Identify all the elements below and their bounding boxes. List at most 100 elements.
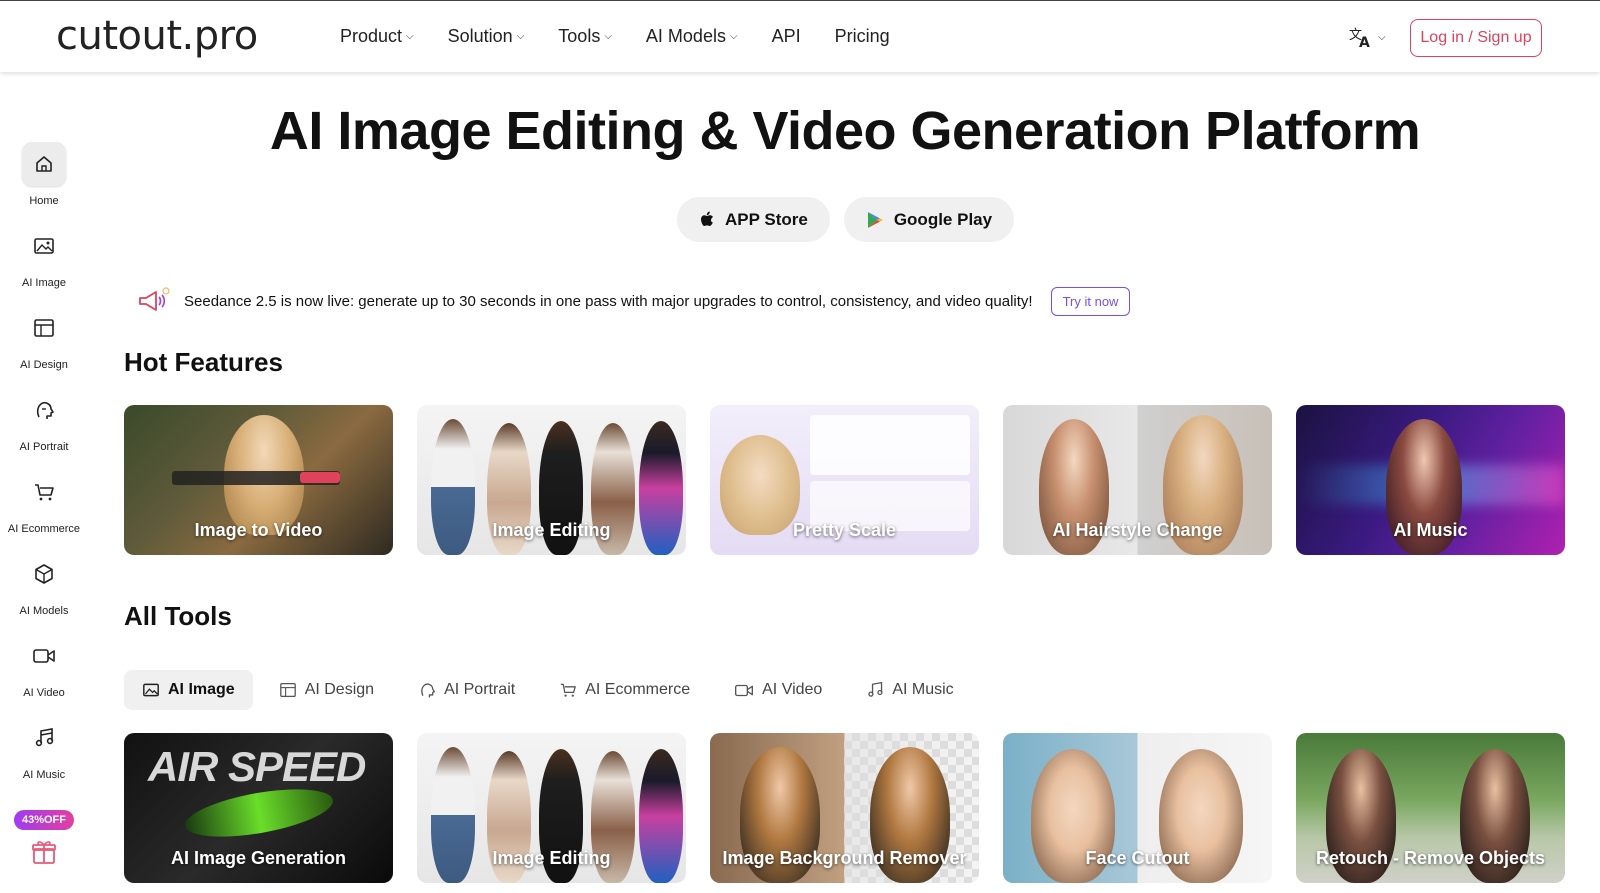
card-image bbox=[300, 472, 340, 483]
sidebar-item-ai-ecommerce[interactable]: AI Ecommerce bbox=[0, 470, 88, 535]
sidebar-item-ai-portrait[interactable]: AI Portrait bbox=[0, 388, 88, 453]
all-tools-title: All Tools bbox=[124, 601, 232, 631]
card-caption: Image Background Remover bbox=[722, 848, 967, 868]
all-tools-row: AIR SPEED AI Image Generation Image Edit… bbox=[124, 733, 1565, 883]
nav-solution[interactable]: Solution ⌵ bbox=[448, 26, 525, 47]
tab-label: AI Portrait bbox=[444, 681, 516, 698]
translate-icon: 文 A bbox=[1349, 28, 1370, 49]
tab-ai-video[interactable]: AI Video bbox=[716, 670, 840, 710]
try-it-now-button[interactable]: Try it now bbox=[1050, 286, 1131, 316]
portrait-icon bbox=[421, 683, 436, 698]
card-caption: AI Image Generation bbox=[170, 848, 347, 868]
tab-ai-design[interactable]: AI Design bbox=[261, 670, 392, 710]
card-image: AIR SPEED bbox=[148, 743, 366, 790]
tool-card-ai-image-generation[interactable]: AIR SPEED AI Image Generation bbox=[124, 733, 393, 883]
tools-tab-bar: AI Image AI Design AI Portrait AI Ecomme… bbox=[124, 670, 972, 710]
home-icon bbox=[22, 142, 66, 186]
app-download-buttons: APP Store Google Play bbox=[677, 197, 1015, 242]
top-navigation-bar: cutout.pro Product ⌵ Solution ⌵ Tools ⌵ AI … bbox=[0, 0, 1600, 72]
tab-ai-ecommerce[interactable]: AI Ecommerce bbox=[541, 670, 708, 710]
chevron-down-icon: ⌵ bbox=[406, 31, 414, 42]
page-title: AI Image Editing & Video Generation Plat… bbox=[269, 101, 1421, 161]
login-signup-button[interactable]: Log in / Sign up bbox=[1410, 19, 1542, 57]
cart-icon bbox=[22, 470, 66, 514]
nav-api[interactable]: API bbox=[772, 26, 801, 47]
card-caption: AI Hairstyle Change bbox=[1052, 520, 1223, 540]
image-icon bbox=[22, 224, 66, 268]
language-selector[interactable]: 文 A ⌵ bbox=[1348, 25, 1386, 49]
sidebar-item-ai-image[interactable]: AI Image bbox=[0, 224, 88, 289]
google-play-label: Google Play bbox=[893, 209, 993, 229]
app-store-button[interactable]: APP Store bbox=[677, 197, 830, 242]
feature-card-pretty-scale[interactable]: Pretty Scale bbox=[710, 405, 979, 555]
sidebar-item-label: AI Image bbox=[21, 277, 67, 289]
announcement-text: Seedance 2.5 is now live: generate up to… bbox=[184, 292, 1033, 310]
tool-card-face-cutout[interactable]: Face Cutout bbox=[1003, 733, 1272, 883]
sidebar-item-label: AI Video bbox=[23, 687, 65, 699]
feature-card-image-editing[interactable]: Image Editing bbox=[417, 405, 686, 555]
card-caption: Pretty Scale bbox=[792, 520, 897, 540]
tool-card-image-background-remover[interactable]: Image Background Remover bbox=[710, 733, 979, 883]
music-icon bbox=[868, 681, 883, 697]
nav-tools-label: Tools bbox=[558, 26, 601, 46]
card-caption: Image to Video bbox=[194, 520, 323, 540]
logo[interactable]: cutout.pro bbox=[56, 13, 258, 59]
sidebar-item-ai-video[interactable]: AI Video bbox=[0, 634, 88, 699]
google-play-icon bbox=[867, 211, 883, 228]
nav-product[interactable]: Product ⌵ bbox=[340, 26, 414, 47]
cart-icon bbox=[561, 683, 577, 697]
app-store-label: APP Store bbox=[725, 209, 808, 229]
nav-pricing[interactable]: Pricing bbox=[835, 26, 890, 47]
nav-api-label: API bbox=[771, 26, 801, 46]
sidebar-item-label: AI Music bbox=[22, 769, 66, 781]
main-nav: Product ⌵ Solution ⌵ Tools ⌵ AI Models ⌵ API… bbox=[340, 26, 924, 47]
video-icon bbox=[735, 684, 754, 696]
hot-features-title: Hot Features bbox=[124, 347, 283, 377]
tool-card-retouch-remove-objects[interactable]: Retouch - Remove Objects bbox=[1296, 733, 1565, 883]
sidebar-item-ai-models[interactable]: AI Models bbox=[0, 552, 88, 617]
nav-solution-label: Solution bbox=[447, 26, 513, 46]
card-caption: Image Editing bbox=[492, 520, 611, 540]
sidebar: Home AI Image AI Design AI Portrait AI E… bbox=[0, 72, 88, 893]
sidebar-item-label: AI Portrait bbox=[19, 441, 69, 453]
svg-text:A: A bbox=[1359, 35, 1370, 49]
gift-icon[interactable] bbox=[30, 838, 58, 871]
card-caption: Retouch - Remove Objects bbox=[1315, 848, 1546, 868]
sidebar-item-label: AI Ecommerce bbox=[7, 523, 81, 535]
sidebar-item-label: AI Models bbox=[19, 605, 69, 617]
sidebar-item-home[interactable]: Home bbox=[0, 142, 88, 207]
music-icon bbox=[22, 716, 66, 760]
feature-card-ai-hairstyle-change[interactable]: AI Hairstyle Change bbox=[1003, 405, 1272, 555]
tab-label: AI Ecommerce bbox=[585, 681, 691, 698]
tab-ai-image[interactable]: AI Image bbox=[124, 670, 253, 710]
sidebar-item-ai-music[interactable]: AI Music bbox=[0, 716, 88, 781]
hot-features-row: Image to Video Image Editing Pretty Scal… bbox=[124, 405, 1565, 555]
card-caption: Face Cutout bbox=[1085, 848, 1190, 868]
portrait-icon bbox=[22, 388, 66, 432]
cube-icon bbox=[22, 552, 66, 596]
nav-product-label: Product bbox=[340, 26, 403, 46]
google-play-button[interactable]: Google Play bbox=[843, 197, 1015, 242]
tab-ai-music[interactable]: AI Music bbox=[848, 670, 971, 710]
tool-card-image-editing[interactable]: Image Editing bbox=[417, 733, 686, 883]
tab-label: AI Music bbox=[892, 681, 954, 698]
feature-card-image-to-video[interactable]: Image to Video bbox=[124, 405, 393, 555]
sidebar-item-ai-design[interactable]: AI Design bbox=[0, 306, 88, 371]
chevron-down-icon: ⌵ bbox=[729, 31, 738, 42]
discount-badge[interactable]: 43%OFF bbox=[14, 810, 74, 830]
chevron-down-icon: ⌵ bbox=[604, 31, 612, 42]
nav-tools[interactable]: Tools ⌵ bbox=[558, 26, 612, 47]
tab-label: AI Video bbox=[762, 681, 823, 698]
nav-ai-models[interactable]: AI Models ⌵ bbox=[646, 26, 738, 47]
sidebar-item-label: AI Design bbox=[20, 359, 68, 371]
chevron-down-icon: ⌵ bbox=[1378, 31, 1386, 43]
video-icon bbox=[22, 634, 66, 678]
image-icon bbox=[143, 683, 159, 697]
card-image bbox=[810, 415, 970, 475]
tab-label: AI Image bbox=[168, 681, 235, 698]
megaphone-icon bbox=[139, 287, 170, 311]
card-caption: Image Editing bbox=[492, 848, 611, 868]
tab-ai-portrait[interactable]: AI Portrait bbox=[400, 670, 533, 710]
feature-card-ai-music[interactable]: AI Music bbox=[1296, 405, 1565, 555]
layout-icon bbox=[279, 682, 296, 698]
